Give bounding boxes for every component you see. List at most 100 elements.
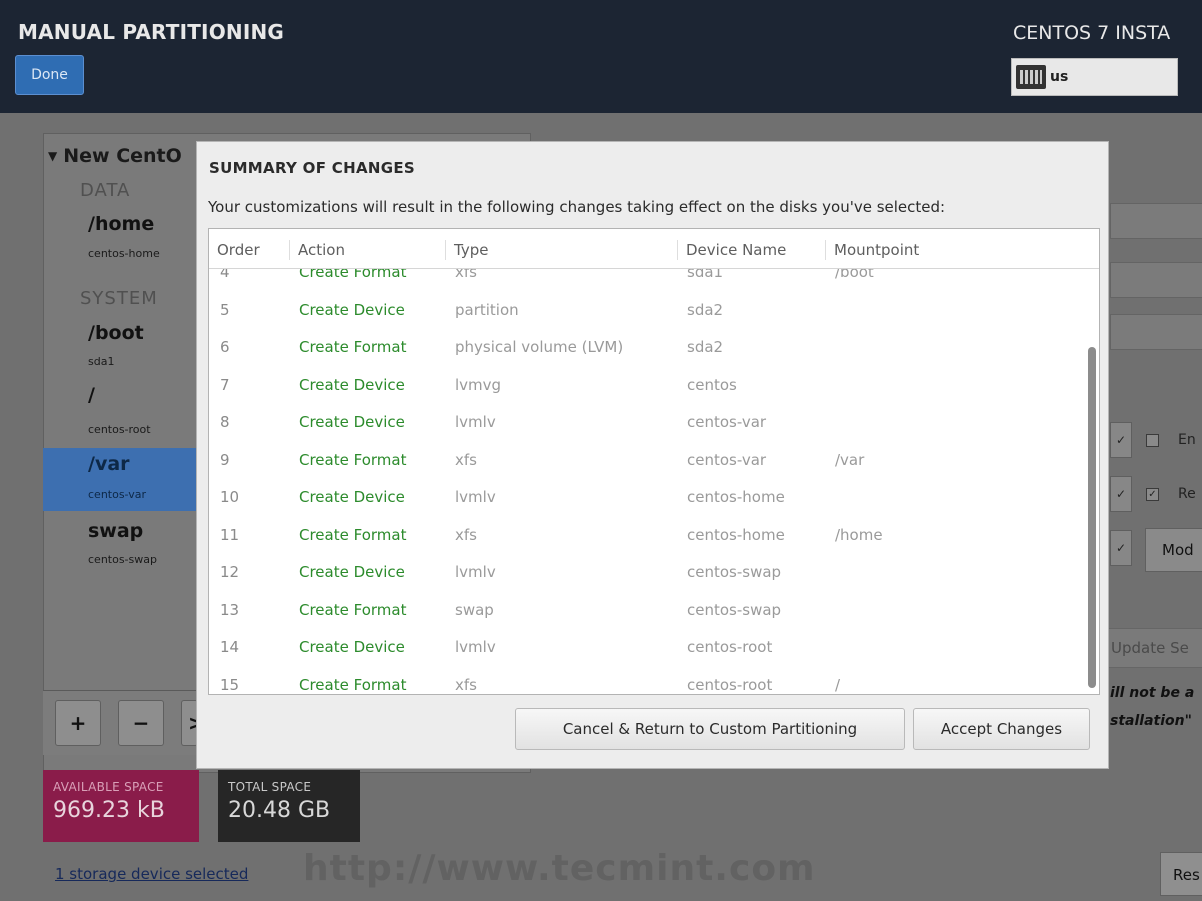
table-row[interactable]: 7 Create Device lvmvg centos: [209, 367, 1085, 405]
cell-device: centos-swap: [687, 600, 782, 619]
storage-device-link[interactable]: 1 storage device selected: [55, 865, 248, 883]
update-settings-button[interactable]: Update Se: [1104, 628, 1202, 668]
top-header: MANUAL PARTITIONING Done CENTOS 7 INSTA …: [0, 0, 1202, 113]
cell-order: 14: [220, 638, 240, 656]
cell-action: Create Device: [299, 300, 405, 319]
cell-device: centos-root: [687, 675, 773, 694]
table-row[interactable]: 14 Create Device lvmlv centos-root: [209, 629, 1085, 667]
cell-action: Create Format: [299, 525, 407, 544]
cell-device: centos-var: [687, 413, 767, 431]
dialog-description: Your customizations will result in the f…: [208, 198, 946, 216]
cell-order: 5: [220, 300, 230, 319]
table-row[interactable]: 10 Create Device lvmlv centos-home: [209, 479, 1085, 517]
reset-all-button[interactable]: Res: [1160, 852, 1202, 896]
cell-order: 12: [220, 563, 240, 581]
cell-order: 10: [220, 488, 240, 506]
keyboard-layout-label: us: [1050, 69, 1069, 85]
table-row[interactable]: 13 Create Format swap centos-swap: [209, 592, 1085, 630]
column-header-type[interactable]: Type: [445, 240, 488, 260]
device-field-3[interactable]: [1110, 314, 1202, 350]
accept-changes-button[interactable]: Accept Changes: [913, 708, 1090, 750]
cell-device: centos-home: [687, 488, 785, 506]
cell-order: 13: [220, 600, 240, 619]
mount-item-swap[interactable]: swap: [88, 520, 143, 542]
total-space-box: TOTAL SPACE 20.48 GB: [218, 770, 360, 842]
table-body: 4 Create Format xfs sda1/boot 5 Create Device…: [209, 254, 1085, 695]
cell-action: Create Format: [299, 450, 407, 469]
mount-item-boot-device: sda1: [88, 355, 115, 368]
cell-type: lvmlv: [455, 563, 496, 581]
device-field-1[interactable]: [1110, 203, 1202, 239]
cell-action: Create Format: [299, 675, 407, 694]
install-group-label: New CentO: [63, 145, 182, 167]
modify-button[interactable]: Mod: [1145, 528, 1202, 572]
mount-item-boot[interactable]: /boot: [88, 322, 144, 344]
mount-item-swap-device: centos-swap: [88, 553, 157, 566]
page-title: MANUAL PARTITIONING: [18, 20, 285, 44]
column-header-order[interactable]: Order: [209, 240, 260, 260]
cell-device: sda2: [687, 338, 724, 356]
cell-type: partition: [455, 300, 519, 319]
cell-device: centos-var: [687, 450, 767, 469]
summary-of-changes-dialog: SUMMARY OF CHANGES Your customizations w…: [196, 141, 1109, 769]
column-header-device-name[interactable]: Device Name: [677, 240, 786, 260]
cell-type: physical volume (LVM): [455, 338, 624, 356]
column-header-action[interactable]: Action: [289, 240, 345, 260]
cell-mount: /home: [835, 525, 883, 544]
device-field-2[interactable]: [1110, 262, 1202, 298]
encrypt-label: En: [1178, 432, 1196, 448]
mount-item-var: /var: [88, 453, 130, 475]
mount-item-var-selected[interactable]: /var centos-var: [43, 448, 198, 511]
cell-order: 7: [220, 375, 230, 394]
cell-action: Create Device: [299, 638, 405, 656]
cell-action: Create Device: [299, 563, 405, 581]
cell-type: xfs: [455, 450, 477, 469]
cell-device: sda2: [687, 300, 724, 319]
keyboard-layout-indicator[interactable]: us: [1011, 58, 1178, 96]
cell-type: lvmlv: [455, 488, 496, 506]
available-space-label: AVAILABLE SPACE: [53, 780, 164, 794]
filesystem-dropdown[interactable]: ✓: [1110, 476, 1132, 512]
table-row[interactable]: 15 Create Format xfs centos-root /: [209, 667, 1085, 695]
dialog-title: SUMMARY OF CHANGES: [209, 159, 415, 177]
table-row[interactable]: 9 Create Format xfs centos-var/var: [209, 442, 1085, 480]
table-row[interactable]: 5 Create Device partition sda2: [209, 292, 1085, 330]
cell-order: 6: [220, 338, 230, 356]
cell-action: Create Format: [299, 600, 407, 619]
cancel-return-button[interactable]: Cancel & Return to Custom Partitioning: [515, 708, 905, 750]
cell-type: lvmlv: [455, 413, 496, 431]
mount-item-home[interactable]: /home: [88, 213, 154, 235]
changes-table[interactable]: Order Action Type Device Name Mountpoint…: [208, 228, 1100, 695]
device-type-dropdown[interactable]: ✓: [1110, 422, 1132, 458]
volume-group-dropdown[interactable]: ✓: [1110, 530, 1132, 566]
note-line-1: ill not be a: [1110, 685, 1195, 701]
remove-mount-button[interactable]: −: [118, 700, 164, 746]
mount-item-var-device: centos-var: [88, 488, 147, 501]
install-group-header[interactable]: ▼ New CentO: [48, 145, 182, 167]
table-row[interactable]: 12 Create Device lvmlv centos-swap: [209, 554, 1085, 592]
product-title: CENTOS 7 INSTA: [1013, 22, 1171, 44]
cell-order: 11: [220, 525, 240, 544]
reformat-label: Re: [1178, 486, 1196, 502]
mount-item-root[interactable]: /: [88, 384, 95, 406]
scrollbar-thumb[interactable]: [1088, 347, 1096, 688]
reformat-checkbox[interactable]: ✓: [1146, 488, 1159, 501]
cell-action: Create Format: [299, 338, 407, 356]
table-row[interactable]: 8 Create Device lvmlv centos-var: [209, 404, 1085, 442]
encrypt-checkbox[interactable]: [1146, 434, 1159, 447]
table-row[interactable]: 11 Create Format xfs centos-home/home: [209, 517, 1085, 555]
table-scrollbar[interactable]: [1085, 269, 1099, 694]
add-mount-button[interactable]: +: [55, 700, 101, 746]
cell-action: Create Device: [299, 488, 405, 506]
done-button[interactable]: Done: [15, 55, 84, 95]
table-header: Order Action Type Device Name Mountpoint: [209, 229, 1099, 269]
cell-action: Create Device: [299, 413, 405, 431]
cell-order: 15: [220, 675, 240, 694]
cell-mount: /var: [835, 450, 865, 469]
section-label-system: SYSTEM: [80, 288, 158, 309]
cell-order: 9: [220, 450, 230, 469]
column-header-mountpoint[interactable]: Mountpoint: [825, 240, 919, 260]
table-row[interactable]: 6 Create Format physical volume (LVM) sda2: [209, 329, 1085, 367]
cell-action: Create Device: [299, 375, 405, 394]
available-space-box: AVAILABLE SPACE 969.23 kB: [43, 770, 199, 842]
